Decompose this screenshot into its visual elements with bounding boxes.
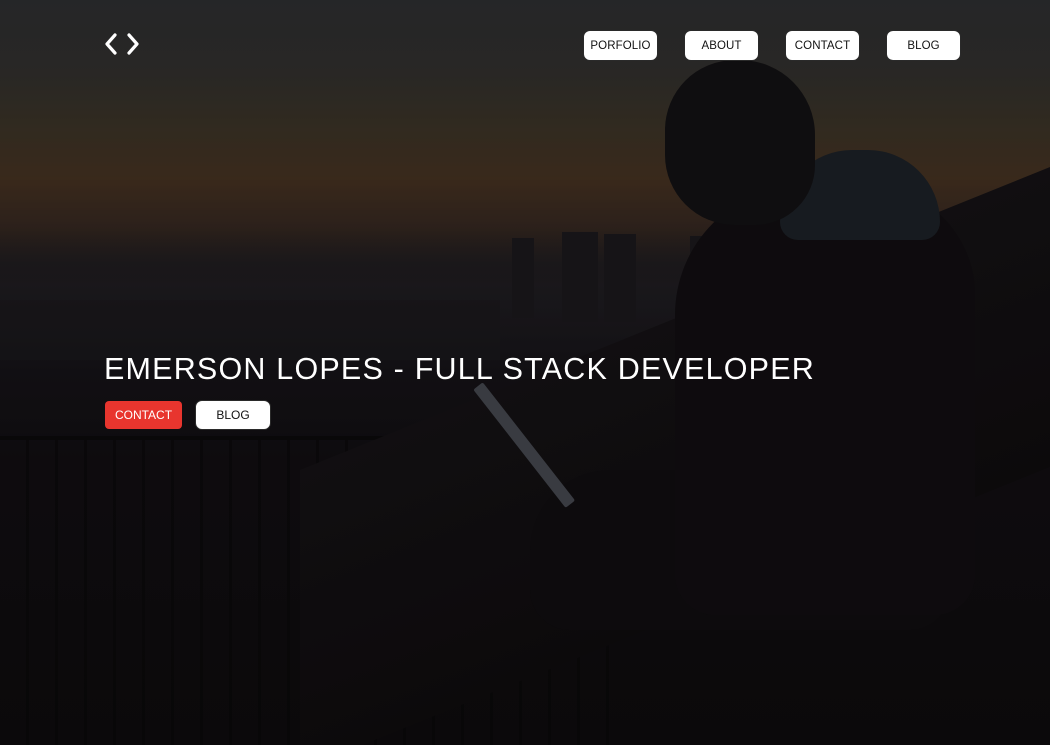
hero-title: EMERSON LOPES - FULL STACK DEVELOPER <box>104 352 815 386</box>
nav-about-button[interactable]: ABOUT <box>684 30 759 61</box>
code-brackets-icon <box>105 33 139 55</box>
contact-button[interactable]: CONTACT <box>105 401 182 429</box>
nav-contact-button[interactable]: CONTACT <box>785 30 860 61</box>
nav-blog-button[interactable]: BLOG <box>886 30 961 61</box>
logo-link[interactable] <box>103 31 143 57</box>
main-nav: PORFOLIO ABOUT CONTACT BLOG <box>583 30 961 61</box>
nav-portfolio-button[interactable]: PORFOLIO <box>583 30 658 61</box>
hero-section: PORFOLIO ABOUT CONTACT BLOG EMERSON LOPE… <box>0 0 1050 745</box>
blog-button[interactable]: BLOG <box>195 400 271 430</box>
